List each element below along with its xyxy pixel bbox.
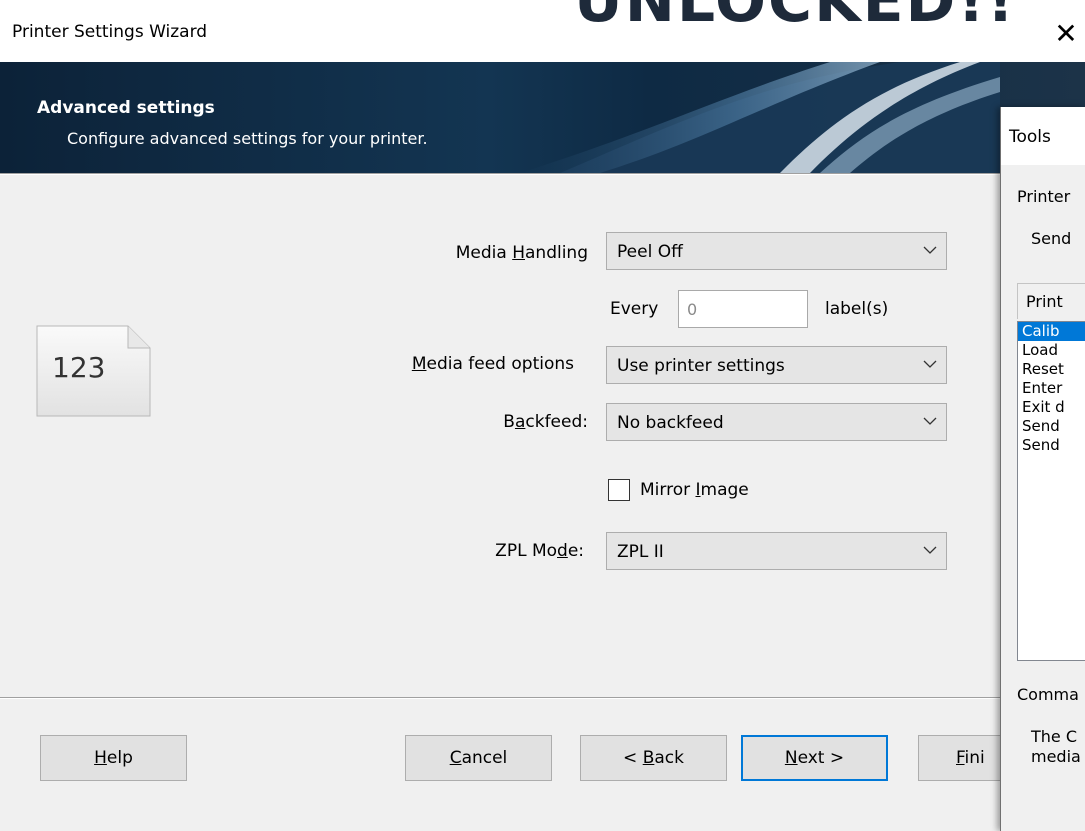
- every-input[interactable]: 0: [678, 290, 808, 328]
- zpl-label-key: d: [557, 541, 568, 561]
- media-feed-options-label: Media feed options: [360, 354, 574, 374]
- tools-list-item[interactable]: Calib: [1018, 322, 1085, 341]
- finish-button-key: F: [956, 748, 965, 768]
- zpl-mode-select[interactable]: ZPL II: [606, 532, 947, 570]
- backfeed-select[interactable]: No backfeed: [606, 403, 947, 441]
- backfeed-label-pre: B: [503, 412, 515, 432]
- media-handling-value: Peel Off: [617, 242, 683, 262]
- tools-list-item[interactable]: Enter: [1018, 379, 1085, 398]
- zpl-mode-value: ZPL II: [617, 542, 664, 562]
- tools-list-item[interactable]: Send: [1018, 417, 1085, 436]
- page-title: Advanced settings: [37, 98, 215, 118]
- zpl-label-pre: ZPL Mo: [495, 541, 558, 561]
- background-overlay-text: UNLOCKED!!: [574, 0, 1017, 36]
- document-icon-label: 123: [52, 351, 106, 384]
- media-feed-options-select[interactable]: Use printer settings: [606, 346, 947, 384]
- every-input-value: 0: [687, 300, 698, 319]
- wizard-header-banner: Advanced settings Configure advanced set…: [0, 62, 1085, 173]
- chevron-down-icon: [923, 360, 937, 368]
- media-feed-label-key: M: [411, 354, 427, 374]
- mirror-label-pre: Mirror: [640, 480, 696, 500]
- media-feed-label-post: edia feed options: [426, 354, 574, 374]
- tab-print[interactable]: Print: [1017, 283, 1085, 319]
- media-feed-value: Use printer settings: [617, 356, 785, 376]
- mirror-image-label[interactable]: Mirror Image: [640, 480, 749, 500]
- help-button-key: H: [94, 748, 107, 768]
- tools-list-item[interactable]: Send: [1018, 436, 1085, 455]
- tools-printer-label: Printer: [1017, 187, 1071, 206]
- header-divider-highlight: [0, 174, 1000, 175]
- back-button-rest: ack: [654, 748, 684, 768]
- chevron-down-icon: [923, 546, 937, 554]
- back-button-key: B: [642, 748, 655, 768]
- tools-list-item[interactable]: Exit d: [1018, 398, 1085, 417]
- window-title: Printer Settings Wizard: [12, 22, 208, 42]
- tools-list-item[interactable]: Reset: [1018, 360, 1085, 379]
- media-handling-label-post: andling: [525, 243, 588, 263]
- tools-description-line2: media: [1031, 747, 1081, 766]
- chevron-down-icon: [923, 246, 937, 254]
- every-label: Every: [610, 299, 659, 319]
- page-subtitle: Configure advanced settings for your pri…: [67, 129, 428, 148]
- tools-window: Tools Printer Send Print Calib Load Reset E…: [1000, 107, 1085, 831]
- document-icon: 123: [36, 325, 151, 421]
- finish-button-rest: ini: [964, 748, 985, 768]
- media-handling-label-key: H: [512, 243, 525, 263]
- media-handling-label-pre: Media: [455, 243, 513, 263]
- tools-command-list[interactable]: Calib Load Reset Enter Exit d Send Send: [1017, 321, 1085, 661]
- tools-command-label: Comma: [1017, 685, 1079, 704]
- cancel-button-key: C: [449, 748, 462, 768]
- next-button[interactable]: Next >: [741, 735, 888, 781]
- next-button-rest: ext >: [797, 748, 845, 768]
- back-button[interactable]: < Back: [580, 735, 727, 781]
- tools-titlebar: Tools: [1001, 107, 1085, 165]
- media-handling-select[interactable]: Peel Off: [606, 232, 947, 270]
- help-button[interactable]: Help: [40, 735, 187, 781]
- window-titlebar: UNLOCKED!! Printer Settings Wizard ✕: [0, 0, 1085, 62]
- tools-send-label: Send: [1031, 229, 1072, 248]
- zpl-mode-label: ZPL Mode:: [420, 541, 584, 561]
- cancel-button[interactable]: Cancel: [405, 735, 552, 781]
- back-button-pre: <: [623, 748, 643, 768]
- next-button-key: N: [784, 748, 798, 768]
- cancel-button-rest: ancel: [461, 748, 508, 768]
- backfeed-value: No backfeed: [617, 413, 724, 433]
- backfeed-label: Backfeed:: [420, 412, 588, 432]
- tools-list-item[interactable]: Load: [1018, 341, 1085, 360]
- tools-description-line1: The C: [1031, 727, 1078, 746]
- every-suffix-label: label(s): [825, 299, 889, 319]
- backfeed-label-key: a: [514, 412, 526, 432]
- footer-divider-highlight: [0, 698, 1000, 699]
- tab-print-label: Print: [1026, 292, 1063, 311]
- mirror-image-checkbox[interactable]: [608, 479, 630, 501]
- mirror-label-post: mage: [700, 480, 749, 500]
- backfeed-label-post: ckfeed:: [525, 412, 588, 432]
- tools-title: Tools: [1009, 127, 1051, 147]
- chevron-down-icon: [923, 417, 937, 425]
- zpl-label-post: e:: [567, 541, 584, 561]
- close-icon[interactable]: ✕: [1046, 12, 1085, 56]
- media-handling-label: Media Handling: [380, 243, 588, 263]
- help-button-rest: elp: [106, 748, 133, 768]
